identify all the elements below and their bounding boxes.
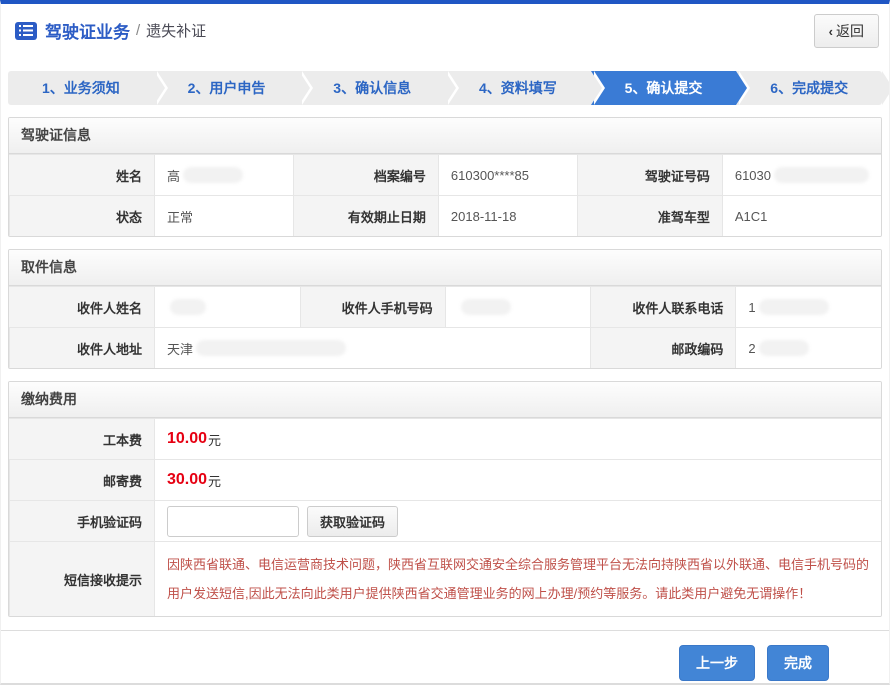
step-5-confirm-submit[interactable]: 5、确认提交 bbox=[591, 71, 737, 105]
fee-unit: 元 bbox=[208, 471, 221, 490]
redacted-blur bbox=[774, 167, 869, 183]
postal-code-label: 邮政编码 bbox=[590, 327, 735, 368]
recipient-mobile-value bbox=[445, 286, 591, 327]
redacted-blur bbox=[183, 167, 243, 183]
sms-notice-label: 短信接收提示 bbox=[9, 541, 154, 616]
status-value: 正常 bbox=[154, 195, 293, 236]
mailing-fee-value: 30.00元 bbox=[154, 459, 881, 500]
license-info-section: 驾驶证信息 姓名 高 档案编号 610300****85 驾驶证号码 61030… bbox=[8, 117, 882, 237]
production-fee-value: 10.00元 bbox=[154, 418, 881, 459]
license-number-value: 61030 bbox=[722, 154, 881, 195]
recipient-phone-value: 1 bbox=[735, 286, 881, 327]
name-value: 高 bbox=[154, 154, 293, 195]
step-4-fill-data[interactable]: 4、资料填写 bbox=[445, 71, 591, 105]
status-label: 状态 bbox=[9, 195, 154, 236]
sms-notice-cell: 因陕西省联通、电信运营商技术问题，陕西省互联网交通安全综合服务管理平台无法向持陕… bbox=[154, 541, 881, 616]
form-list-icon bbox=[15, 22, 37, 40]
license-section-title: 驾驶证信息 bbox=[9, 118, 881, 154]
recipient-name-label: 收件人姓名 bbox=[9, 286, 154, 327]
breadcrumb-current: 遗失补证 bbox=[146, 20, 206, 41]
recipient-name-value bbox=[154, 286, 300, 327]
driver-license-service-page: 驾驶证业务 / 遗失补证 ‹返回 1、业务须知 2、用户申告 3、确认信息 4、… bbox=[0, 0, 890, 685]
page-title: 驾驶证业务 bbox=[45, 18, 130, 43]
production-fee-label: 工本费 bbox=[9, 418, 154, 459]
pickup-section-title: 取件信息 bbox=[9, 250, 881, 286]
recipient-address-label: 收件人地址 bbox=[9, 327, 154, 368]
breadcrumb-separator: / bbox=[136, 22, 140, 39]
back-button[interactable]: ‹返回 bbox=[814, 14, 879, 48]
fee-amount: 30.00 bbox=[167, 471, 207, 489]
footer-actions: 上一步 完成 bbox=[1, 630, 889, 681]
sms-code-label: 手机验证码 bbox=[9, 500, 154, 541]
page-header: 驾驶证业务 / 遗失补证 ‹返回 bbox=[1, 4, 889, 57]
pickup-info-section: 取件信息 收件人姓名 收件人手机号码 收件人联系电话 1 收件人地址 天津 邮政… bbox=[8, 249, 882, 369]
redacted-blur bbox=[759, 340, 809, 356]
vehicle-class-label: 准驾车型 bbox=[577, 195, 722, 236]
expiry-date-label: 有效期止日期 bbox=[293, 195, 438, 236]
fee-amount: 10.00 bbox=[167, 430, 207, 448]
redacted-blur bbox=[170, 299, 206, 315]
step-wizard: 1、业务须知 2、用户申告 3、确认信息 4、资料填写 5、确认提交 6、完成提… bbox=[8, 71, 882, 105]
chevron-left-icon: ‹ bbox=[829, 24, 833, 39]
redacted-blur bbox=[196, 340, 346, 356]
step-6-complete-submit[interactable]: 6、完成提交 bbox=[736, 71, 882, 105]
sms-notice-text: 因陕西省联通、电信运营商技术问题，陕西省互联网交通安全综合服务管理平台无法向持陕… bbox=[167, 546, 869, 612]
recipient-mobile-label: 收件人手机号码 bbox=[300, 286, 445, 327]
vehicle-class-value: A1C1 bbox=[722, 195, 881, 236]
fees-section: 缴纳费用 工本费 10.00元 邮寄费 30.00元 手机验证码 获取验证码 短… bbox=[8, 381, 882, 617]
previous-step-button[interactable]: 上一步 bbox=[679, 645, 755, 681]
redacted-blur bbox=[759, 299, 829, 315]
sms-code-input[interactable] bbox=[167, 506, 299, 537]
sms-code-row: 获取验证码 bbox=[154, 500, 881, 541]
license-number-label: 驾驶证号码 bbox=[577, 154, 722, 195]
expiry-date-value: 2018-11-18 bbox=[438, 195, 577, 236]
recipient-address-value: 天津 bbox=[154, 327, 590, 368]
file-number-value: 610300****85 bbox=[438, 154, 577, 195]
file-number-label: 档案编号 bbox=[293, 154, 438, 195]
step-3-confirm-info[interactable]: 3、确认信息 bbox=[299, 71, 445, 105]
fees-section-title: 缴纳费用 bbox=[9, 382, 881, 418]
postal-code-value: 2 bbox=[735, 327, 881, 368]
recipient-phone-label: 收件人联系电话 bbox=[590, 286, 735, 327]
back-button-label: 返回 bbox=[836, 23, 864, 39]
step-2-user-declaration[interactable]: 2、用户申告 bbox=[154, 71, 300, 105]
mailing-fee-label: 邮寄费 bbox=[9, 459, 154, 500]
fee-unit: 元 bbox=[208, 430, 221, 449]
finish-button[interactable]: 完成 bbox=[767, 645, 829, 681]
step-1-business-notice[interactable]: 1、业务须知 bbox=[8, 71, 154, 105]
redacted-blur bbox=[461, 299, 511, 315]
name-label: 姓名 bbox=[9, 154, 154, 195]
get-sms-code-button[interactable]: 获取验证码 bbox=[307, 506, 398, 537]
